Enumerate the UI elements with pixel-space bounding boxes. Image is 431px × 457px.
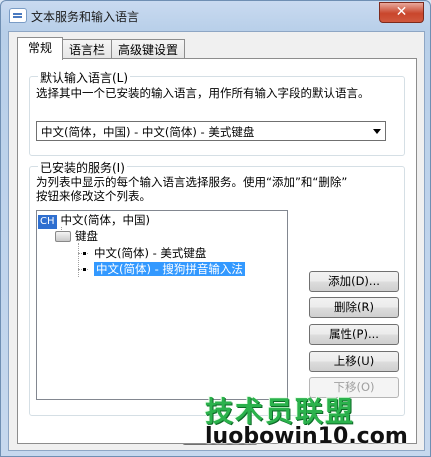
tab-advanced-key-settings[interactable]: 高级键设置 bbox=[111, 39, 185, 60]
add-button[interactable]: 添加(D)... bbox=[309, 271, 399, 292]
tab-general-label: 常规 bbox=[27, 41, 52, 55]
tab-language-bar-label: 语言栏 bbox=[68, 43, 105, 57]
tree-category-node[interactable]: 键盘 bbox=[55, 228, 98, 244]
watermark-url: luobowin10.com bbox=[205, 424, 408, 449]
window-title: 文本服务和输入语言 bbox=[31, 10, 140, 24]
title-bar[interactable]: 文本服务和输入语言 ✕ bbox=[1, 1, 430, 29]
chevron-down-icon[interactable] bbox=[373, 129, 381, 134]
tab-general[interactable]: 常规 bbox=[17, 37, 63, 60]
site-watermark: 技术员联盟 luobowin10.com bbox=[205, 390, 425, 455]
keyboard-icon bbox=[55, 231, 71, 242]
tree-service-label-selected: 中文(简体) - 搜狗拼音输入法 bbox=[94, 262, 245, 276]
tree-language-node[interactable]: CH 中文(简体，中国) bbox=[38, 212, 150, 229]
dialog-window: 文本服务和输入语言 ✕ 常规 语言栏 高级键设置 默认输入语言(L) 选择其中一… bbox=[0, 0, 431, 457]
tab-language-bar[interactable]: 语言栏 bbox=[62, 39, 112, 60]
installed-services-group: 已安装的服务(I) 为列表中显示的每个输入语言选择服务。使用“添加”和“删除” … bbox=[29, 159, 405, 416]
keyboard-app-icon bbox=[9, 8, 27, 23]
tab-advanced-key-settings-label: 高级键设置 bbox=[117, 43, 178, 57]
remove-button[interactable]: 删除(R) bbox=[309, 297, 399, 318]
move-up-button[interactable]: 上移(U) bbox=[309, 351, 399, 372]
tree-language-label: 中文(简体，中国) bbox=[60, 213, 150, 227]
close-icon: ✕ bbox=[395, 4, 408, 20]
tree-service-label: 中文(简体) - 美式键盘 bbox=[94, 246, 207, 260]
close-button[interactable]: ✕ bbox=[379, 2, 424, 23]
tree-service-item[interactable]: 中文(简体) - 美式键盘 bbox=[83, 245, 206, 261]
default-language-group-label: 默认输入语言(L) bbox=[38, 69, 131, 86]
bullet-icon bbox=[83, 252, 86, 255]
tree-service-item-selected[interactable]: 中文(简体) - 搜狗拼音输入法 bbox=[83, 261, 245, 277]
dialog-client-area: 常规 语言栏 高级键设置 默认输入语言(L) 选择其中一个已安装的输入语言，用作… bbox=[8, 31, 425, 451]
tree-category-label: 键盘 bbox=[75, 229, 98, 243]
installed-services-tree[interactable]: CH 中文(简体，中国) 键盘 中文(简体) - 美式键盘 中文(简体) - 搜狗… bbox=[36, 210, 288, 400]
default-language-dropdown[interactable]: 中文(简体，中国) - 中文(简体) - 美式键盘 bbox=[36, 121, 386, 141]
default-language-selected-value: 中文(简体，中国) - 中文(简体) - 美式键盘 bbox=[41, 125, 255, 139]
tab-panel-general: 默认输入语言(L) 选择其中一个已安装的输入语言，用作所有输入字段的默认语言。 … bbox=[17, 58, 417, 444]
default-language-description: 选择其中一个已安装的输入语言，用作所有输入字段的默认语言。 bbox=[36, 86, 370, 100]
properties-button[interactable]: 属性(P)... bbox=[309, 324, 399, 345]
tree-connector bbox=[78, 243, 79, 277]
installed-services-group-label: 已安装的服务(I) bbox=[38, 159, 127, 176]
installed-services-description-line2: 按钮来修改这个列表。 bbox=[36, 189, 151, 203]
language-code-badge: CH bbox=[38, 215, 57, 229]
installed-services-description-line1: 为列表中显示的每个输入语言选择服务。使用“添加”和“删除” bbox=[36, 175, 348, 189]
bullet-icon bbox=[83, 268, 86, 271]
default-language-group: 默认输入语言(L) 选择其中一个已安装的输入语言，用作所有输入字段的默认语言。 … bbox=[29, 69, 405, 156]
